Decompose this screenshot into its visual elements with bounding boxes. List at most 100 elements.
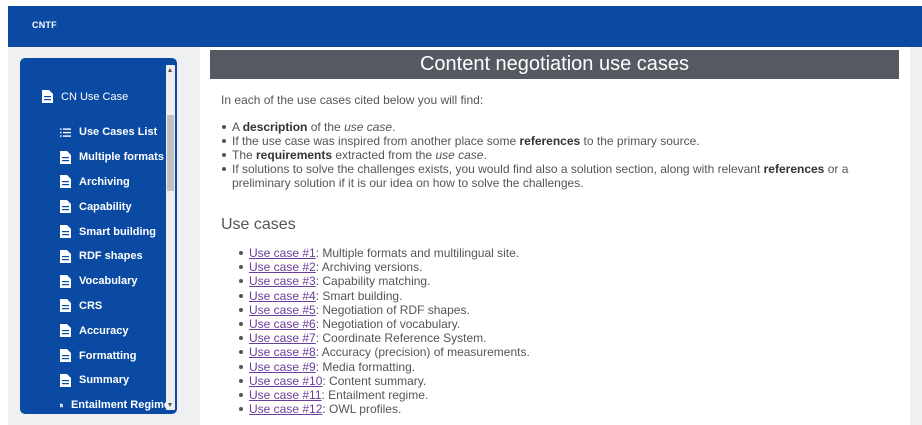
sidebar-item[interactable]: Multiple formats: [60, 145, 170, 170]
use-case-description: : Negotiation of RDF shapes.: [315, 302, 470, 317]
use-case-link[interactable]: Use case #8: [249, 345, 316, 359]
list-icon: [60, 128, 71, 137]
use-case-link[interactable]: Use case #9: [249, 360, 316, 374]
sidebar-item-label: Entailment Regime: [70, 399, 170, 412]
feature-text: .: [392, 120, 396, 134]
feature-text: description: [242, 120, 308, 134]
document-icon: [60, 249, 71, 263]
document-icon: [60, 175, 71, 189]
scrollbar-thumb[interactable]: [167, 115, 174, 191]
feature-item: If solutions to solve the challenges exi…: [222, 162, 902, 190]
use-case-description: : Archiving versions.: [315, 260, 423, 275]
sidebar-item-label: Use Cases List: [79, 126, 158, 139]
feature-text: extracted from the: [332, 148, 436, 162]
sidebar-item[interactable]: Summary: [60, 368, 170, 393]
sidebar-item-label: Vocabulary: [79, 275, 138, 288]
use-case-link[interactable]: Use case #2: [249, 260, 316, 274]
use-case-description: : Smart building.: [315, 288, 403, 303]
use-case-description: : Content summary.: [322, 373, 427, 388]
feature-text: If solutions to solve the challenges exi…: [232, 162, 764, 176]
document-icon: [60, 274, 71, 288]
feature-text: requirements: [256, 148, 333, 162]
sidebar-item-label: CRS: [79, 299, 103, 312]
use-case-link[interactable]: Use case #6: [249, 317, 316, 331]
document-icon: [60, 299, 71, 313]
use-case-list: Use case #1: Multiple formats and multil…: [239, 246, 530, 417]
use-case-description: : Accuracy (precision) of measurements.: [315, 345, 530, 360]
use-case-link[interactable]: Use case #3: [249, 274, 316, 288]
feature-text: of the: [307, 120, 345, 134]
use-cases-heading: Use cases: [221, 216, 296, 233]
use-case-description: : Multiple formats and multilingual site…: [315, 246, 520, 260]
sidebar-scrollbar[interactable]: [166, 65, 175, 410]
sidebar-item[interactable]: Accuracy: [60, 318, 170, 343]
feature-text: use case: [344, 120, 393, 134]
sidebar-item-label: Formatting: [79, 349, 137, 362]
feature-text: references: [763, 162, 825, 176]
list-item: Use case #8: Accuracy (precision) of mea…: [239, 345, 530, 360]
feature-text: references: [519, 134, 581, 148]
intro-text: In each of the use cases cited below you…: [221, 93, 484, 107]
sidebar-item-label: Capability: [79, 200, 132, 213]
use-case-link[interactable]: Use case #11: [249, 388, 322, 402]
feature-item: The requirements extracted from the use …: [222, 148, 902, 162]
feature-text: to the primary source.: [580, 134, 700, 148]
use-case-link[interactable]: Use case #10: [249, 374, 322, 388]
list-item: Use case #2: Archiving versions.: [239, 260, 530, 275]
use-case-description: : Capability matching.: [315, 274, 431, 289]
feature-text: use case: [435, 148, 484, 162]
sidebar-item[interactable]: Vocabulary: [60, 269, 170, 294]
scroll-up-icon[interactable]: [168, 68, 172, 72]
sidebar-item[interactable]: Entailment Regime: [60, 393, 170, 414]
document-icon: [42, 90, 53, 103]
sidebar-item[interactable]: Capability: [60, 194, 170, 219]
sidebar-header-label: CN Use Case: [61, 90, 129, 103]
sidebar: CN Use Case Use Cases List Multiple forma…: [20, 58, 177, 414]
sidebar-item[interactable]: Formatting: [60, 343, 170, 368]
document-icon: [60, 373, 71, 387]
use-case-description: : Coordinate Reference System.: [315, 331, 487, 346]
scroll-down-icon[interactable]: [168, 403, 172, 407]
use-case-link[interactable]: Use case #7: [249, 331, 316, 345]
list-item: Use case #4: Smart building.: [239, 288, 530, 303]
sidebar-item-label: Accuracy: [79, 324, 129, 337]
sidebar-item[interactable]: RDF shapes: [60, 244, 170, 269]
use-case-link[interactable]: Use case #12: [249, 402, 322, 416]
feature-text: .: [483, 148, 487, 162]
feature-item: If the use case was inspired from anothe…: [222, 134, 902, 148]
sidebar-list: Use Cases List Multiple formats Archiving C…: [60, 120, 170, 414]
feature-list: A description of the use case. If the use…: [222, 120, 902, 190]
list-item: Use case #10: Content summary.: [239, 373, 530, 388]
list-item: Use case #11: Entailment regime.: [239, 388, 530, 403]
sidebar-item-label: Smart building: [79, 225, 156, 238]
main-content: Content negotiation use cases In each of…: [200, 47, 910, 425]
list-item: Use case #6: Negotiation of vocabulary.: [239, 317, 530, 331]
list-item: Use case #1: Multiple formats and multil…: [239, 246, 530, 260]
use-case-description: : Entailment regime.: [321, 388, 429, 403]
feature-item: A description of the use case.: [222, 120, 902, 134]
sidebar-item[interactable]: CRS: [60, 294, 170, 319]
use-case-link[interactable]: Use case #1: [249, 246, 316, 260]
use-case-description: : OWL profiles.: [322, 402, 402, 417]
sidebar-item[interactable]: Smart building: [60, 219, 170, 244]
sidebar-item[interactable]: Archiving: [60, 170, 170, 195]
document-icon: [60, 225, 71, 239]
use-case-link[interactable]: Use case #5: [249, 303, 316, 317]
feature-text: If the use case was inspired from anothe…: [232, 134, 520, 148]
sidebar-header[interactable]: CN Use Case: [42, 90, 128, 103]
list-item: Use case #5: Negotiation of RDF shapes.: [239, 302, 530, 317]
list-item: Use case #3: Capability matching.: [239, 274, 530, 289]
list-item: Use case #9: Media formatting.: [239, 359, 530, 374]
page-title: Content negotiation use cases: [210, 50, 899, 79]
feature-text: The: [232, 148, 257, 162]
use-case-link[interactable]: Use case #4: [249, 289, 316, 303]
document-icon: [60, 150, 71, 164]
list-item: Use case #7: Coordinate Reference System…: [239, 331, 530, 346]
app-title: CNTF: [32, 20, 57, 30]
use-case-description: : Media formatting.: [315, 359, 416, 374]
top-app-bar: CNTF: [8, 6, 922, 47]
list-item: Use case #12: OWL profiles.: [239, 402, 530, 417]
document-icon: [60, 324, 71, 338]
sidebar-item[interactable]: Use Cases List: [60, 120, 170, 145]
sidebar-item-label: Summary: [79, 374, 130, 387]
